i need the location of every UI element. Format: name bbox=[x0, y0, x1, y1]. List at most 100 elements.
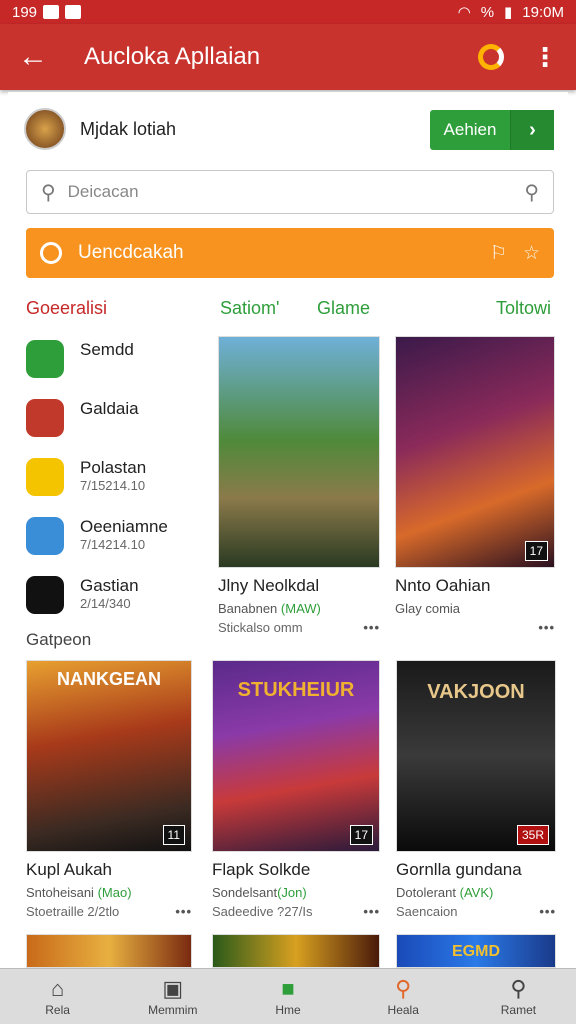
star-icon[interactable]: ☆ bbox=[523, 242, 540, 265]
game-logo-text: STUKHEIUR bbox=[237, 679, 355, 701]
promo-text: Uencdcakah bbox=[78, 242, 184, 263]
app-bar: ← Aucloka Apllaian ⋮ bbox=[0, 24, 576, 90]
avatar[interactable] bbox=[24, 108, 66, 150]
game-meta: Stickalso omm ••• bbox=[218, 620, 380, 635]
status-time: 19:0M bbox=[522, 3, 564, 21]
flag-icon[interactable]: ⚐ bbox=[490, 242, 507, 265]
list-item[interactable]: Polastan 7/15214.10 bbox=[26, 458, 206, 516]
section-title: Gatpeon bbox=[26, 630, 92, 649]
more-vert-icon[interactable]: ⋮ bbox=[532, 44, 558, 70]
tab-row: Goeeralisi Satiom' Glame Toltowi bbox=[26, 298, 554, 324]
nav-heala[interactable]: ⚲ Heala bbox=[346, 969, 461, 1024]
nav-label: Ramet bbox=[500, 1002, 537, 1017]
game-card[interactable]: VAKJOON 35R Gornlla gundana Dotolerant (… bbox=[396, 660, 556, 919]
nav-home[interactable]: ⌂ Rela bbox=[0, 969, 115, 1024]
game-logo-text: NANKGEAN bbox=[56, 669, 161, 689]
app-sub: 7/14214.10 bbox=[80, 537, 146, 552]
nav-search[interactable]: ⚲ Ramet bbox=[461, 969, 576, 1024]
game-card[interactable]: 17 Nnto Oahian Glay comia ••• bbox=[395, 336, 555, 635]
more-horiz-icon[interactable]: ••• bbox=[363, 620, 380, 635]
install-button[interactable]: Aehien › bbox=[430, 110, 554, 150]
nav-label: Heala bbox=[387, 1002, 419, 1017]
status-bar: 199 ◠ % ▮ 19:0M bbox=[0, 0, 576, 24]
list-item[interactable]: Galdaia bbox=[26, 399, 206, 457]
tab-station[interactable]: Satiom' bbox=[220, 298, 279, 319]
nav-store[interactable]: ■ Hme bbox=[230, 969, 345, 1024]
tab-game[interactable]: Glame bbox=[317, 298, 370, 319]
page-title: Aucloka Apllaian bbox=[84, 43, 261, 70]
game-card[interactable]: NANKGEAN 11 Kupl Aukah Sntoheisani (Mao)… bbox=[26, 660, 192, 919]
install-label: Aehien bbox=[443, 120, 497, 139]
game-art: VAKJOON 35R bbox=[396, 660, 556, 852]
game-developer: Sondelsant(Jon) bbox=[212, 885, 307, 900]
developer-name: Mjdak lotiah bbox=[80, 118, 177, 139]
notification-icon bbox=[43, 5, 60, 19]
game-card[interactable] bbox=[212, 934, 380, 968]
game-logo-text: VAKJOON bbox=[427, 681, 525, 703]
search-icon: ⚲ bbox=[510, 975, 527, 1001]
list-item[interactable]: Gastian 2/14/340 bbox=[26, 576, 206, 634]
app-icon bbox=[26, 340, 64, 378]
game-art bbox=[26, 934, 192, 968]
app-icon bbox=[26, 517, 64, 555]
app-sub: 2/14/340 bbox=[80, 596, 131, 611]
game-art: 17 bbox=[395, 336, 555, 568]
app-name: Polastan bbox=[80, 458, 147, 477]
game-card[interactable]: STUKHEIUR 17 Flapk Solkde Sondelsant(Jon… bbox=[212, 660, 380, 919]
notification-icon bbox=[65, 5, 82, 19]
chat-icon bbox=[40, 242, 62, 264]
search-field[interactable]: ⚲ Deicacan ⚲ bbox=[26, 170, 554, 214]
game-developer: Sntoheisani (Mao) bbox=[26, 885, 132, 900]
game-meta: Stoetraille 2/2tlo ••• bbox=[26, 904, 192, 919]
game-meta: Sadeedive ?27/Is ••• bbox=[212, 904, 380, 919]
camera-icon: ▣ bbox=[162, 975, 184, 1001]
rating-badge: 17 bbox=[349, 825, 373, 845]
developer-row: Mjdak lotiah bbox=[24, 108, 176, 150]
promo-banner[interactable]: Uencdcakah ⚐ ☆ bbox=[26, 228, 554, 278]
game-meta: Saencaion ••• bbox=[396, 904, 556, 919]
rating-badge: 17 bbox=[524, 541, 548, 561]
rating-badge: 35R bbox=[516, 825, 549, 845]
sync-icon[interactable] bbox=[478, 44, 504, 70]
nav-label: Hme bbox=[275, 1002, 301, 1017]
game-art: EGMD bbox=[396, 934, 556, 968]
app-sub: 7/15214.10 bbox=[80, 478, 146, 493]
game-developer: Dotolerant (AVK) bbox=[396, 885, 494, 900]
back-arrow-icon[interactable]: ← bbox=[18, 40, 58, 74]
app-list: Semdd Galdaia Polastan 7/15214.10 Oeenia… bbox=[26, 340, 206, 635]
game-meta: ••• bbox=[395, 620, 555, 635]
list-item[interactable]: Semdd bbox=[26, 340, 206, 398]
battery-percent: % bbox=[480, 3, 495, 21]
nav-label: Rela bbox=[45, 1002, 70, 1017]
app-name: Gastian bbox=[80, 576, 139, 595]
tab-general[interactable]: Goeeralisi bbox=[26, 298, 107, 319]
game-card[interactable]: Jlny Neolkdal Banabnen (MAW) Stickalso o… bbox=[218, 336, 380, 635]
wifi-icon: ◠ bbox=[457, 4, 471, 21]
tab-follow[interactable]: Toltowi bbox=[496, 298, 551, 319]
list-item[interactable]: Oeeniamne 7/14214.10 bbox=[26, 517, 206, 575]
chevron-right-icon[interactable]: › bbox=[510, 110, 554, 150]
battery-icon: ▮ bbox=[504, 4, 513, 21]
app-name: Semdd bbox=[80, 340, 134, 359]
game-title: Nnto Oahian bbox=[395, 576, 491, 595]
game-art: STUKHEIUR 17 bbox=[212, 660, 380, 852]
nav-memory[interactable]: ▣ Memmim bbox=[115, 969, 230, 1024]
more-horiz-icon[interactable]: ••• bbox=[175, 904, 192, 919]
game-title: Kupl Aukah bbox=[26, 860, 113, 879]
rating-badge: 11 bbox=[162, 825, 185, 845]
game-card[interactable]: EGMD bbox=[396, 934, 556, 968]
more-horiz-icon[interactable]: ••• bbox=[539, 904, 556, 919]
game-title: Flapk Solkde bbox=[212, 860, 311, 879]
game-developer: Banabnen (MAW) bbox=[218, 601, 321, 616]
game-title: Jlny Neolkdal bbox=[218, 576, 320, 595]
game-logo-text: EGMD bbox=[452, 943, 500, 960]
more-horiz-icon[interactable]: ••• bbox=[538, 620, 555, 635]
app-name: Oeeniamne bbox=[80, 517, 168, 536]
search-icon[interactable]: ⚲ bbox=[524, 180, 539, 205]
game-art: NANKGEAN 11 bbox=[26, 660, 192, 852]
more-horiz-icon[interactable]: ••• bbox=[363, 904, 380, 919]
game-card[interactable] bbox=[26, 934, 192, 968]
home-icon: ⌂ bbox=[50, 975, 65, 1001]
status-left: 199 bbox=[12, 3, 38, 21]
search-icon: ⚲ bbox=[41, 181, 56, 204]
